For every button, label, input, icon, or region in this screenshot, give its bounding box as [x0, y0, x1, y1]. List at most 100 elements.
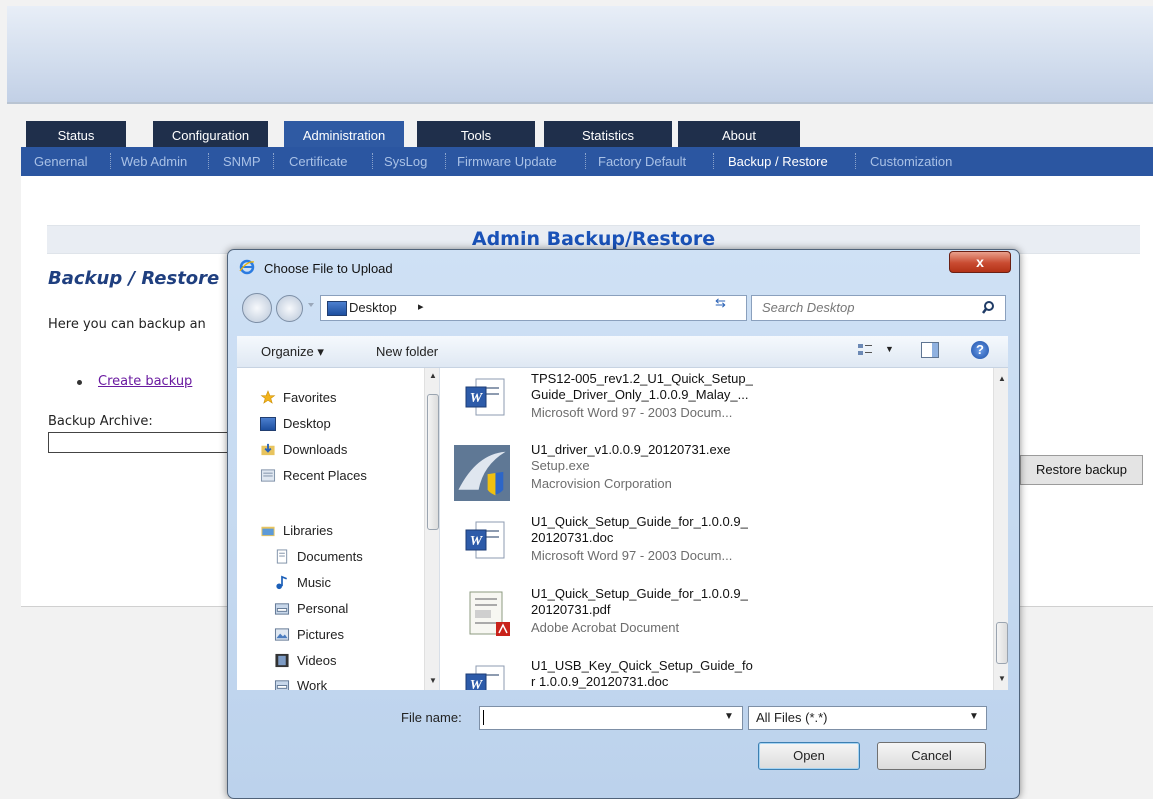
- search-box[interactable]: Search Desktop: [751, 295, 1006, 321]
- music-icon: [276, 575, 288, 590]
- internet-explorer-icon: [239, 259, 255, 275]
- subnav-separator: [713, 153, 715, 169]
- subnav-syslog[interactable]: SysLog: [384, 154, 427, 169]
- subnav-web-admin[interactable]: Web Admin: [121, 154, 187, 169]
- restore-backup-button[interactable]: Restore backup: [1020, 455, 1143, 485]
- star-icon: [260, 390, 276, 404]
- dialog-toolbar: Organize ▾ New folder ▼ ?: [237, 336, 1008, 368]
- subnav-separator: [110, 153, 112, 169]
- open-button[interactable]: Open: [758, 742, 860, 770]
- pictures-icon: [274, 628, 290, 641]
- documents-icon: [276, 549, 288, 564]
- scroll-down-icon[interactable]: ▼: [429, 676, 437, 685]
- subnav-customization[interactable]: Customization: [870, 154, 952, 169]
- tab-tools[interactable]: Tools: [417, 121, 535, 147]
- subnav-separator: [208, 153, 210, 169]
- file-item[interactable]: W U1_USB_Key_Quick_Setup_Guide_fo r 1.0.0…: [440, 658, 980, 690]
- svg-text:W: W: [470, 678, 484, 690]
- page-title: Admin Backup/Restore: [471, 228, 716, 250]
- history-dropdown-icon[interactable]: [307, 301, 315, 309]
- tab-status[interactable]: Status: [26, 121, 126, 147]
- chevron-down-icon[interactable]: ▼: [969, 711, 979, 722]
- dialog-title: Choose File to Upload: [264, 261, 393, 276]
- bullet-dot: [77, 380, 82, 385]
- pdf-icon: [469, 591, 510, 636]
- subnav-factory-default[interactable]: Factory Default: [598, 154, 686, 169]
- file-name: U1_Quick_Setup_Guide_for_1.0.0.9_ 2012073…: [531, 586, 748, 617]
- file-item[interactable]: W TPS12-005_rev1.2_U1_Quick_Setup_ Guide_…: [440, 371, 980, 437]
- videos-icon: [275, 653, 289, 668]
- new-folder-button[interactable]: New folder: [376, 344, 438, 359]
- backup-archive-label: Backup Archive:: [48, 414, 153, 429]
- subnav-backup-restore[interactable]: Backup / Restore: [728, 154, 828, 169]
- file-type-filter[interactable]: All Files (*.*) ▼: [748, 706, 987, 730]
- setup-exe-icon: [454, 445, 510, 501]
- search-icon[interactable]: [982, 300, 998, 316]
- scroll-down-icon[interactable]: ▼: [998, 674, 1006, 683]
- subnav-general[interactable]: Genernal: [34, 154, 87, 169]
- address-bar[interactable]: Desktop ▸ ▼: [320, 295, 784, 321]
- nav-label: Work: [297, 678, 328, 690]
- recent-places-icon: [260, 469, 276, 482]
- nav-scrollbar[interactable]: ▲ ▼: [424, 368, 439, 690]
- subnav-separator: [445, 153, 447, 169]
- filter-value: All Files (*.*): [756, 710, 828, 725]
- tab-statistics[interactable]: Statistics: [544, 121, 672, 147]
- back-button[interactable]: [242, 293, 272, 323]
- backup-archive-input[interactable]: [48, 432, 230, 453]
- cancel-button[interactable]: Cancel: [877, 742, 986, 770]
- views-dropdown-icon[interactable]: ▼: [885, 344, 894, 354]
- help-icon[interactable]: ?: [971, 341, 989, 359]
- nav-label: Downloads: [283, 442, 348, 457]
- nav-label: Documents: [297, 549, 363, 564]
- file-type: Microsoft Word 97 - 2003 Docum...: [531, 548, 733, 563]
- subnav-separator: [585, 153, 587, 169]
- chevron-down-icon[interactable]: ▼: [724, 711, 734, 722]
- tab-configuration[interactable]: Configuration: [153, 121, 268, 147]
- file-name-input[interactable]: ▼: [479, 706, 743, 730]
- svg-text:W: W: [470, 534, 484, 549]
- create-backup-link[interactable]: Create backup: [98, 374, 192, 389]
- nav-label: Desktop: [283, 416, 331, 431]
- svg-text:W: W: [470, 391, 484, 406]
- file-name: U1_Quick_Setup_Guide_for_1.0.0.9_ 2012073…: [531, 514, 748, 545]
- nav-scroll-thumb[interactable]: [427, 394, 439, 530]
- scroll-up-icon[interactable]: ▲: [998, 374, 1006, 383]
- nav-label: Videos: [297, 653, 337, 668]
- file-name: TPS12-005_rev1.2_U1_Quick_Setup_ Guide_Dr…: [531, 371, 753, 402]
- preview-pane-icon[interactable]: [921, 342, 939, 358]
- folder-icon: [274, 680, 290, 690]
- choose-file-dialog: Choose File to Upload x Desktop ▸ ▼ ⇆ Se…: [227, 249, 1020, 799]
- nav-label: Music: [297, 575, 331, 590]
- forward-button[interactable]: [276, 295, 303, 322]
- file-scroll-thumb[interactable]: [996, 622, 1008, 664]
- word-doc-icon: W: [465, 665, 505, 690]
- tab-about[interactable]: About: [678, 121, 800, 147]
- sub-navigation: Genernal Web Admin SNMP Certificate SysL…: [21, 147, 1153, 176]
- views-icon[interactable]: [857, 342, 873, 358]
- scroll-up-icon[interactable]: ▲: [429, 371, 437, 380]
- text-caret: [483, 710, 484, 725]
- refresh-icon[interactable]: ⇆: [715, 295, 726, 311]
- close-button[interactable]: x: [949, 251, 1011, 273]
- section-title: Backup / Restore: [48, 268, 220, 289]
- chevron-right-icon[interactable]: ▸: [418, 300, 424, 313]
- header-banner: [7, 6, 1153, 104]
- description-text: Here you can backup an: [48, 317, 206, 332]
- file-item[interactable]: U1_Quick_Setup_Guide_for_1.0.0.9_ 2012073…: [440, 586, 980, 652]
- file-item[interactable]: U1_driver_v1.0.0.9_20120731.exe Setup.ex…: [440, 442, 980, 508]
- navigation-pane: Favorites Desktop Downloads Recent Place…: [237, 368, 440, 690]
- subnav-snmp[interactable]: SNMP: [223, 154, 261, 169]
- file-scrollbar[interactable]: ▲ ▼: [993, 368, 1008, 690]
- organize-menu[interactable]: Organize ▾: [261, 344, 324, 360]
- tab-administration[interactable]: Administration: [284, 121, 404, 147]
- address-text: Desktop: [349, 300, 397, 315]
- file-item[interactable]: W U1_Quick_Setup_Guide_for_1.0.0.9_ 20120…: [440, 514, 980, 580]
- subnav-separator: [273, 153, 275, 169]
- subnav-firmware-update[interactable]: Firmware Update: [457, 154, 557, 169]
- file-list-pane: W TPS12-005_rev1.2_U1_Quick_Setup_ Guide_…: [440, 368, 1008, 690]
- address-navbar: Desktop ▸ ▼ ⇆ Search Desktop: [237, 293, 1008, 323]
- subnav-certificate[interactable]: Certificate: [289, 154, 348, 169]
- folder-icon: [274, 603, 290, 615]
- desktop-icon: [260, 417, 276, 431]
